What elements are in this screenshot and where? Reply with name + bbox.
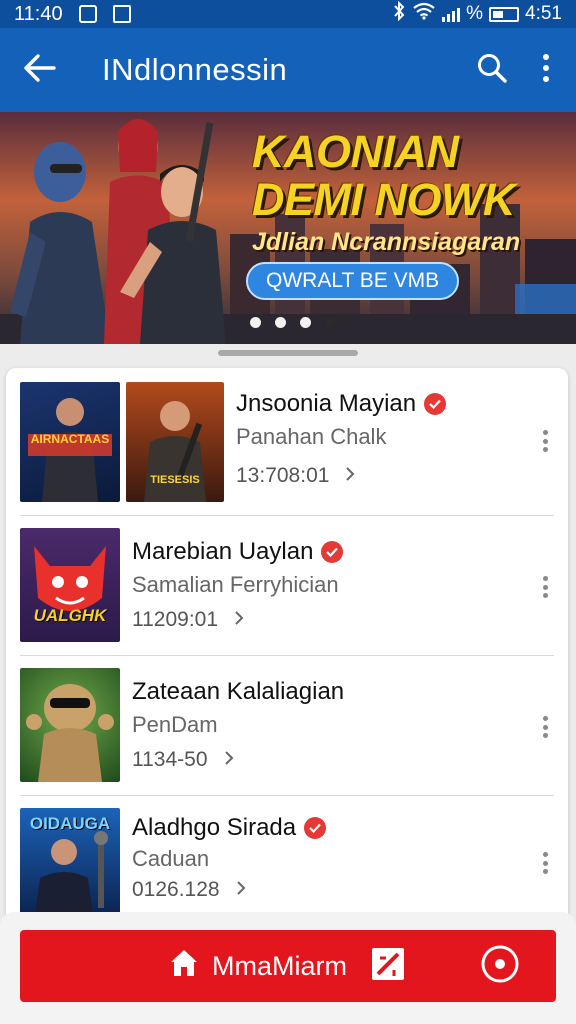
list-item[interactable]: OIDAUGA Aladhgo Sirada Caduan 0126.128 bbox=[6, 796, 568, 928]
item-subtitle: Samalian Ferryhician bbox=[132, 572, 339, 597]
status-right-time: 4:51 bbox=[525, 3, 562, 24]
item-more-button[interactable] bbox=[536, 426, 554, 456]
overflow-menu-button[interactable] bbox=[534, 48, 558, 92]
back-button[interactable] bbox=[0, 28, 80, 112]
item-title: Aladhgo Sirada bbox=[132, 814, 327, 842]
mail-icon bbox=[112, 5, 131, 23]
banner-heading: KAONIAN DEMI NOWK bbox=[252, 128, 572, 224]
promo-banner[interactable]: KAONIAN DEMI NOWK Jdlian Ncrannsiagaran … bbox=[0, 112, 576, 344]
item-title: Marebian Uaylan bbox=[132, 538, 344, 566]
nav-edit-button[interactable] bbox=[368, 944, 408, 988]
nav-home-label: MmaMiarm bbox=[212, 950, 347, 981]
page-title: INdlonnessin bbox=[102, 52, 288, 87]
status-bar: 11:40 % 4:51 bbox=[0, 0, 576, 28]
screenshot-icon bbox=[78, 5, 97, 23]
item-name: Jnsoonia Mayian bbox=[236, 390, 417, 417]
list-item[interactable]: Zateaan Kalaliagian PenDam 1134-50 bbox=[6, 656, 568, 796]
content-list: AIRNACTAAS TIESESIS Jnsoonia Mayian Pana… bbox=[6, 368, 568, 928]
verified-check-icon bbox=[321, 541, 344, 563]
verified-check-icon bbox=[424, 393, 447, 415]
signal-icon bbox=[442, 6, 461, 22]
chevron-right-icon bbox=[236, 878, 246, 902]
item-meta-value: 1134-50 bbox=[132, 748, 208, 771]
chevron-right-icon bbox=[224, 748, 234, 772]
banner-heading-line2: DEMI NOWK bbox=[252, 174, 515, 225]
thumbnail-label: OIDAUGA bbox=[29, 814, 111, 833]
carousel-dot[interactable] bbox=[250, 317, 261, 328]
chevron-right-icon bbox=[234, 608, 244, 632]
search-icon bbox=[476, 52, 508, 89]
thumbnail-image: AIRNACTAAS bbox=[20, 382, 120, 502]
app-bar: INdlonnessin bbox=[0, 28, 576, 112]
verified-check-icon bbox=[304, 817, 327, 839]
list-item[interactable]: AIRNACTAAS TIESESIS Jnsoonia Mayian Pana… bbox=[6, 368, 568, 516]
game-characters-image bbox=[10, 119, 226, 344]
bluetooth-icon bbox=[392, 0, 406, 27]
item-more-button[interactable] bbox=[536, 848, 554, 878]
battery-percent: % bbox=[466, 3, 484, 24]
item-subtitle: PenDam bbox=[132, 712, 218, 737]
item-subtitle: Panahan Chalk bbox=[236, 424, 387, 449]
item-meta[interactable]: 1134-50 bbox=[132, 748, 234, 772]
item-meta[interactable]: 0126.128 bbox=[132, 878, 246, 902]
banner-heading-line1: KAONIAN bbox=[252, 126, 459, 177]
banner-cta-button[interactable]: QWRALT BE VMB bbox=[246, 262, 460, 300]
item-meta[interactable]: 11209:01 bbox=[132, 608, 244, 632]
item-more-button[interactable] bbox=[536, 572, 554, 602]
thumbnail-label: AIRNACTAAS bbox=[30, 432, 110, 446]
item-name: Marebian Uaylan bbox=[132, 538, 314, 565]
item-subtitle: Caduan bbox=[132, 846, 210, 871]
carousel-dot[interactable] bbox=[275, 317, 286, 328]
home-icon bbox=[168, 947, 200, 986]
bottom-nav: MmaMiarm bbox=[20, 930, 556, 1002]
thumbnail-label: UALGHK bbox=[33, 606, 107, 625]
thumbnail-image: UALGHK bbox=[20, 528, 120, 642]
chevron-right-icon bbox=[345, 464, 355, 488]
battery-icon bbox=[489, 6, 520, 22]
status-time: 11:40 bbox=[14, 2, 63, 25]
more-vert-icon bbox=[542, 53, 550, 88]
list-item[interactable]: UALGHK Marebian Uaylan Samalian Ferryhic… bbox=[6, 516, 568, 656]
item-more-button[interactable] bbox=[536, 712, 554, 742]
nav-target-button[interactable] bbox=[480, 944, 520, 988]
back-arrow-icon bbox=[23, 53, 57, 88]
banner-subtitle: Jdlian Ncrannsiagaran bbox=[252, 228, 521, 256]
thumbnail-label: TIESESIS bbox=[150, 474, 200, 486]
item-meta-value: 0126.128 bbox=[132, 878, 220, 901]
carousel-dot-active[interactable] bbox=[325, 317, 336, 328]
target-circle-icon bbox=[480, 944, 520, 989]
nav-home-button[interactable]: MmaMiarm bbox=[168, 930, 347, 1002]
item-meta-value: 11209:01 bbox=[132, 608, 219, 631]
item-meta-value: 13:708:01 bbox=[236, 464, 330, 487]
wifi-icon bbox=[412, 2, 436, 26]
item-name: Zateaan Kalaliagian bbox=[132, 678, 345, 705]
item-meta[interactable]: 13:708:01 bbox=[236, 464, 355, 488]
item-name: Aladhgo Sirada bbox=[132, 814, 297, 841]
item-title: Jnsoonia Mayian bbox=[236, 390, 447, 418]
thumbnail-image bbox=[20, 668, 120, 782]
carousel-dots bbox=[250, 317, 336, 328]
thumbnail-image: TIESESIS bbox=[126, 382, 224, 502]
thumbnail-image: OIDAUGA bbox=[20, 808, 120, 922]
search-button[interactable] bbox=[470, 48, 514, 92]
edit-square-icon bbox=[370, 946, 406, 987]
item-title: Zateaan Kalaliagian bbox=[132, 678, 344, 706]
drag-handle[interactable] bbox=[218, 350, 358, 356]
carousel-dot[interactable] bbox=[300, 317, 311, 328]
